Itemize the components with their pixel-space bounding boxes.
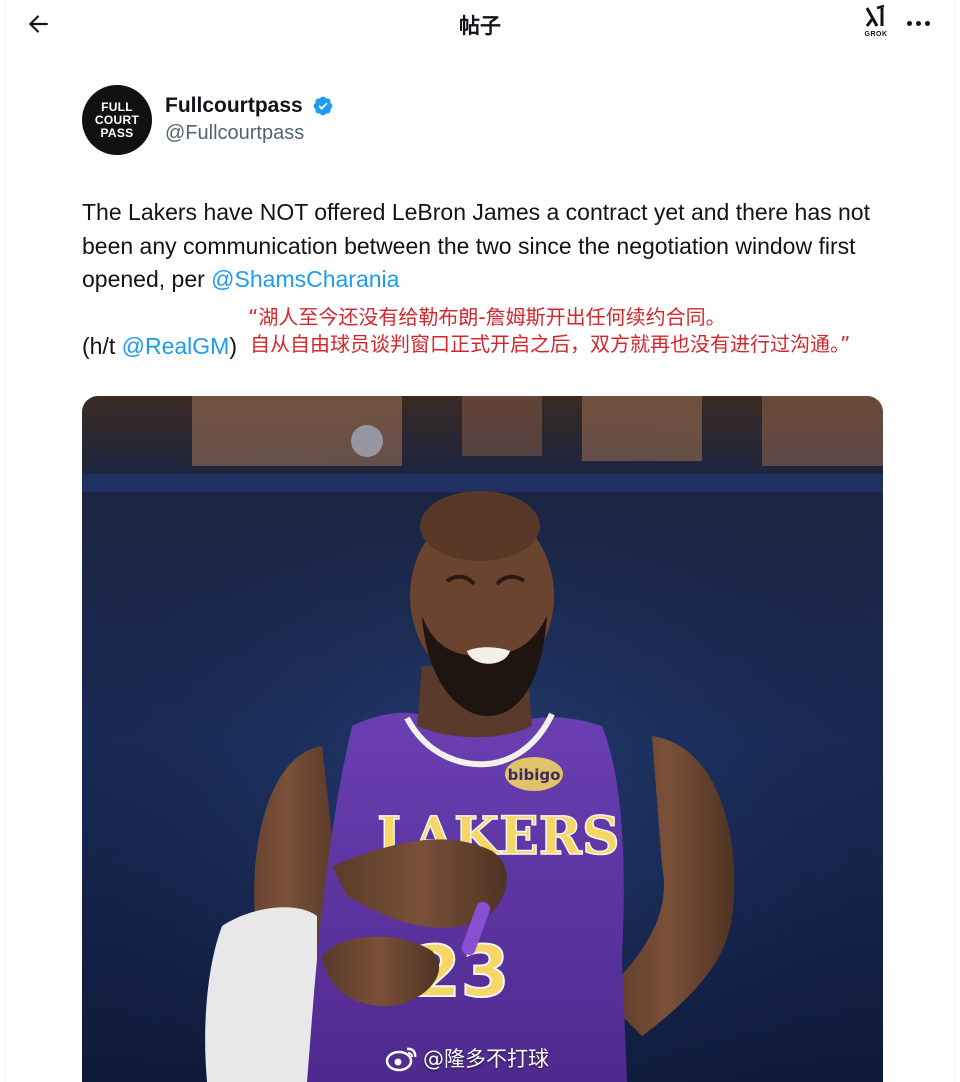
hat-tip-line: (h/t @RealGM): [82, 330, 237, 363]
grok-label: GROK: [864, 31, 888, 38]
author-avatar[interactable]: FULL COURT PASS: [82, 85, 152, 155]
hat-tip-prefix: (h/t: [82, 333, 122, 359]
page-title: 帖子: [459, 14, 501, 38]
tweet-body: The Lakers have NOT offered LeBron James…: [82, 199, 870, 292]
mention-link-realgm[interactable]: @RealGM: [122, 333, 230, 359]
watermark-text: @隆多不打球: [423, 1047, 549, 1071]
more-horizontal-icon: [905, 13, 932, 31]
tweet-photo[interactable]: LAKERS 23 bibigo: [82, 396, 883, 1082]
mention-link-shams[interactable]: @ShamsCharania: [211, 266, 399, 292]
author-handle[interactable]: @Fullcourtpass: [165, 122, 304, 145]
translation-line-2: 自从自由球员谈判窗口正式开启之后，双方就再也没有进行过沟通。”: [250, 332, 851, 356]
jersey-patch: bibigo: [508, 766, 561, 784]
player-photo-illustration: LAKERS 23 bibigo: [82, 396, 883, 1082]
translation-line-1: “湖人至今还没有给勒布朗-詹姆斯开出任何续约合同。: [248, 305, 726, 329]
grok-button[interactable]: GROK: [858, 4, 894, 44]
more-options-button[interactable]: [900, 8, 936, 36]
avatar-line-2: COURT: [94, 112, 140, 127]
avatar-line-1: FULL: [101, 99, 133, 114]
weibo-watermark: @隆多不打球: [385, 1040, 549, 1076]
verified-badge-icon: [313, 96, 333, 116]
author-display-name[interactable]: Fullcourtpass: [165, 94, 303, 118]
weibo-logo-icon: [385, 1047, 417, 1072]
grok-icon: [865, 4, 885, 27]
top-bar: 帖子 GROK: [0, 0, 960, 48]
hat-tip-suffix: ): [229, 333, 237, 359]
avatar-line-3: PASS: [100, 125, 134, 140]
tweet-text: The Lakers have NOT offered LeBron James…: [82, 196, 882, 297]
